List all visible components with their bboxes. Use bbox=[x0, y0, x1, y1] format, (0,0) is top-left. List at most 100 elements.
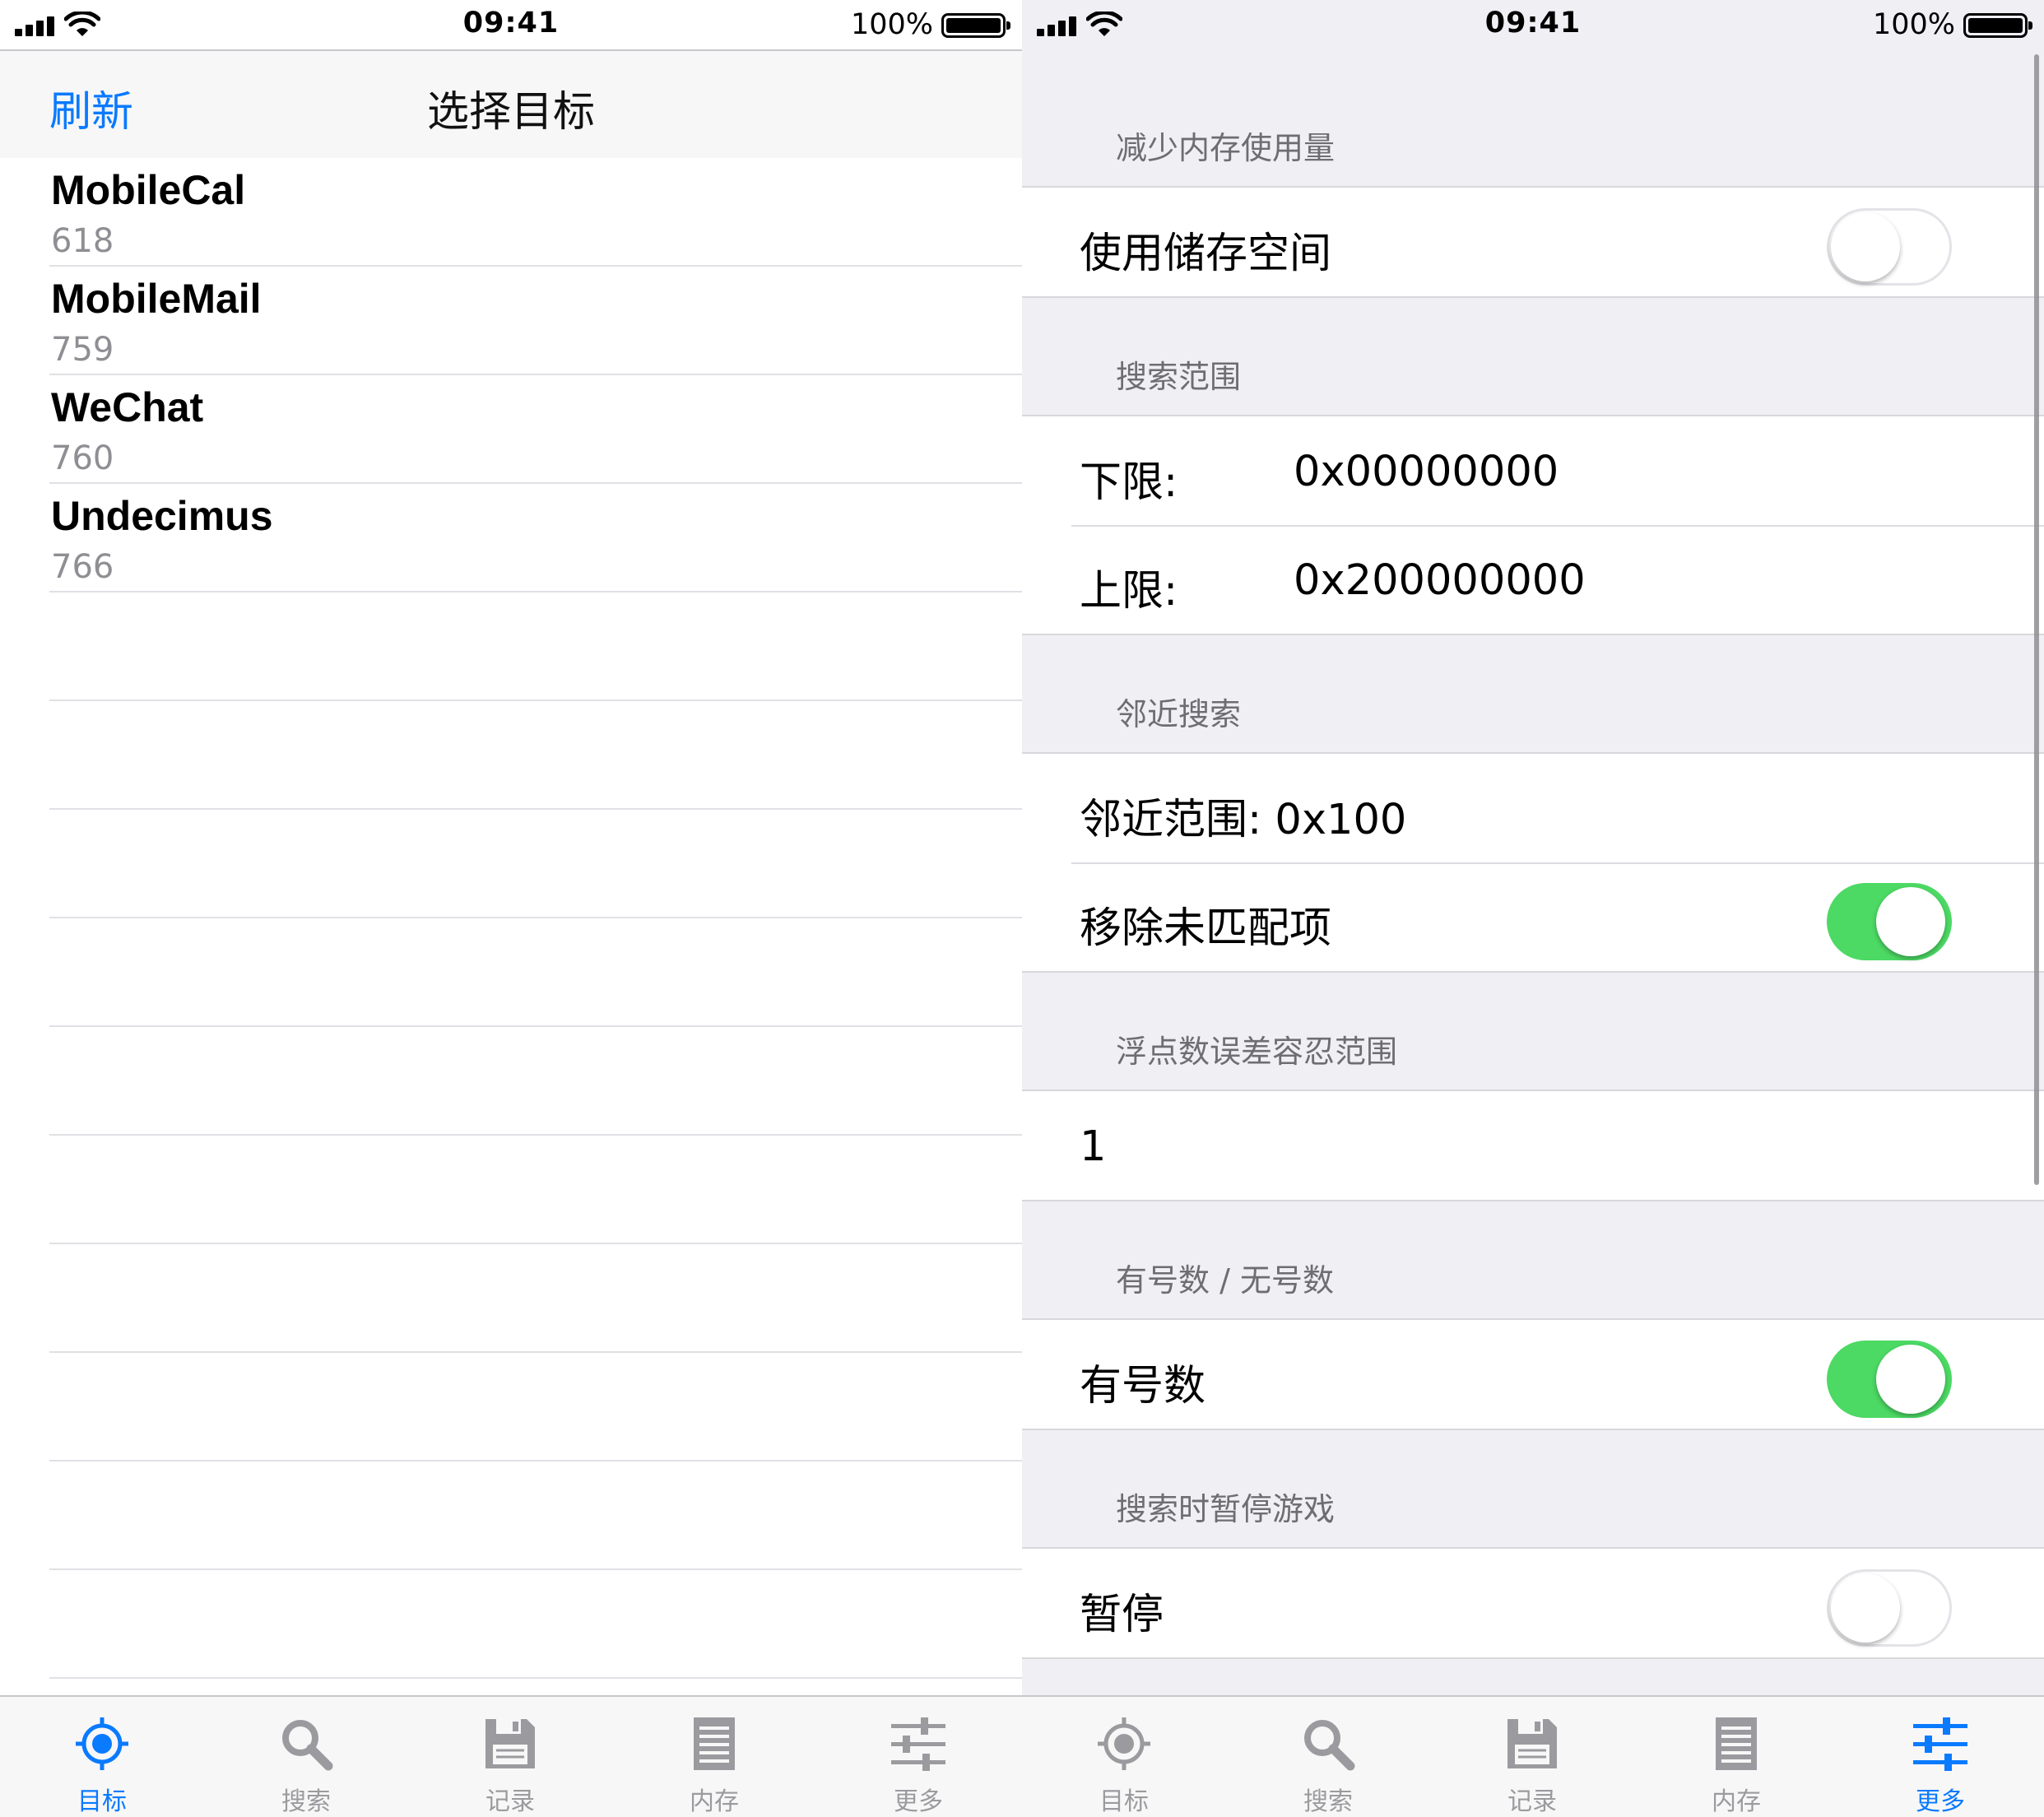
tab-label: 更多 bbox=[1916, 1787, 1965, 1816]
tab-bar: 目标 搜索 记录 内存 更多 bbox=[1022, 1695, 2044, 1817]
process-pid: 759 bbox=[51, 331, 114, 369]
empty-row bbox=[0, 810, 1022, 918]
section-search-range: 下限: 0x00000000 上限: 0x200000000 bbox=[1022, 415, 2044, 635]
search-icon bbox=[282, 1720, 333, 1771]
page-title: 选择目标 bbox=[426, 88, 595, 137]
tab-label: 目标 bbox=[1099, 1787, 1149, 1816]
section-pause-game: 暂停 bbox=[1022, 1547, 2044, 1659]
remove-unmatched-toggle[interactable] bbox=[1827, 883, 1952, 960]
tab-label: 记录 bbox=[1507, 1787, 1557, 1816]
process-name: WeChat bbox=[51, 384, 204, 430]
scroll-indicator[interactable] bbox=[2034, 54, 2039, 1185]
tab-label: 搜索 bbox=[281, 1787, 331, 1816]
use-storage-label: 使用储存空间 bbox=[1080, 230, 1332, 278]
process-row-mobilecal[interactable]: MobileCal 618 bbox=[0, 158, 1022, 267]
save-icon bbox=[485, 1719, 535, 1768]
lower-limit-value[interactable]: 0x00000000 bbox=[1294, 448, 1559, 496]
settings-table: 减少内存使用量 使用储存空间 搜索范围 下限: 0x00000000 上限: 0… bbox=[1022, 49, 2044, 1659]
empty-row bbox=[0, 1027, 1022, 1136]
section-title: 有号数 / 无号数 bbox=[1116, 1262, 1334, 1299]
section-signedness: 有号数 bbox=[1022, 1318, 2044, 1430]
tab-search[interactable]: 搜索 bbox=[1226, 1697, 1430, 1817]
lower-limit-label: 下限: bbox=[1080, 458, 1178, 507]
signed-toggle[interactable] bbox=[1827, 1341, 1952, 1418]
battery-icon bbox=[941, 13, 1010, 38]
float-tolerance-cell[interactable]: 1 bbox=[1022, 1091, 2044, 1200]
float-tolerance-value[interactable]: 1 bbox=[1080, 1122, 1106, 1171]
section-title: 邻近搜索 bbox=[1116, 696, 1242, 732]
tab-records[interactable]: 记录 bbox=[1430, 1697, 1634, 1817]
process-name: MobileCal bbox=[51, 167, 246, 213]
target-icon bbox=[1098, 1717, 1150, 1770]
section-title: 搜索时暂停游戏 bbox=[1116, 1491, 1336, 1527]
tab-more[interactable]: 更多 bbox=[816, 1697, 1020, 1817]
process-row-wechat[interactable]: WeChat 760 bbox=[0, 375, 1022, 484]
status-bar: 09:41 100% bbox=[0, 0, 1022, 49]
save-icon bbox=[1507, 1719, 1557, 1768]
process-name: Undecimus bbox=[51, 493, 273, 539]
tab-label: 更多 bbox=[894, 1787, 943, 1816]
signed-cell: 有号数 bbox=[1022, 1320, 2044, 1429]
nearby-range-cell[interactable]: 邻近范围: 0x100 bbox=[1022, 754, 2044, 862]
tab-search[interactable]: 搜索 bbox=[204, 1697, 408, 1817]
signed-label: 有号数 bbox=[1080, 1362, 1206, 1410]
section-title: 减少内存使用量 bbox=[1116, 130, 1336, 166]
process-row-mobilemail[interactable]: MobileMail 759 bbox=[0, 267, 1022, 375]
section-header-pause-game: 搜索时暂停游戏 bbox=[1022, 1430, 2044, 1547]
sliders-icon bbox=[1913, 1717, 1967, 1771]
section-header-nearby-search: 邻近搜索 bbox=[1022, 635, 2044, 752]
empty-row bbox=[0, 1570, 1022, 1679]
use-storage-cell: 使用储存空间 bbox=[1022, 188, 2044, 296]
navigation-bar: 刷新 选择目标 bbox=[0, 49, 1022, 158]
empty-row bbox=[0, 1353, 1022, 1462]
process-name: MobileMail bbox=[51, 276, 262, 322]
remove-unmatched-label: 移除未匹配项 bbox=[1080, 904, 1332, 953]
screenshot-pair: 09:41 100% 刷新 选择目标 MobileCal 618 MobileM… bbox=[0, 0, 2044, 1817]
tab-records[interactable]: 记录 bbox=[408, 1697, 612, 1817]
target-icon bbox=[76, 1717, 128, 1770]
pause-label: 暂停 bbox=[1080, 1591, 1164, 1639]
section-header-signedness: 有号数 / 无号数 bbox=[1022, 1201, 2044, 1318]
section-reduce-memory: 使用储存空间 bbox=[1022, 186, 2044, 298]
empty-row bbox=[0, 592, 1022, 701]
section-nearby-search: 邻近范围: 0x100 移除未匹配项 bbox=[1022, 752, 2044, 973]
section-title: 搜索范围 bbox=[1116, 359, 1242, 395]
nearby-range-label: 邻近范围: 0x100 bbox=[1080, 796, 1407, 844]
empty-row bbox=[0, 918, 1022, 1027]
lower-limit-cell[interactable]: 下限: 0x00000000 bbox=[1022, 416, 2044, 525]
tab-memory[interactable]: 内存 bbox=[1634, 1697, 1838, 1817]
upper-limit-cell[interactable]: 上限: 0x200000000 bbox=[1022, 525, 2044, 634]
battery-icon bbox=[1963, 13, 2032, 38]
sliders-icon bbox=[891, 1717, 945, 1771]
process-pid: 760 bbox=[51, 439, 114, 477]
empty-row bbox=[0, 1462, 1022, 1570]
tab-label: 记录 bbox=[485, 1787, 535, 1816]
memory-icon bbox=[694, 1717, 735, 1770]
process-pid: 618 bbox=[51, 222, 114, 260]
process-pid: 766 bbox=[51, 548, 114, 586]
process-row-undecimus[interactable]: Undecimus 766 bbox=[0, 484, 1022, 592]
search-icon bbox=[1304, 1720, 1355, 1771]
tab-target[interactable]: 目标 bbox=[1022, 1697, 1226, 1817]
memory-icon bbox=[1716, 1717, 1757, 1770]
select-target-screen: 09:41 100% 刷新 选择目标 MobileCal 618 MobileM… bbox=[0, 0, 1022, 1817]
upper-limit-label: 上限: bbox=[1080, 567, 1178, 616]
tab-memory[interactable]: 内存 bbox=[612, 1697, 816, 1817]
process-list: MobileCal 618 MobileMail 759 WeChat 760 … bbox=[0, 158, 1022, 1679]
battery-percent: 100% bbox=[850, 8, 933, 41]
pause-cell: 暂停 bbox=[1022, 1549, 2044, 1657]
empty-row bbox=[0, 1136, 1022, 1244]
tab-target[interactable]: 目标 bbox=[0, 1697, 204, 1817]
section-header-float-tolerance: 浮点数误差容忍范围 bbox=[1022, 973, 2044, 1090]
tab-label: 目标 bbox=[77, 1787, 127, 1816]
status-bar: 09:41 100% bbox=[1022, 0, 2044, 49]
upper-limit-value[interactable]: 0x200000000 bbox=[1294, 556, 1586, 605]
remove-unmatched-cell: 移除未匹配项 bbox=[1022, 862, 2044, 971]
tab-label: 内存 bbox=[690, 1787, 739, 1816]
use-storage-toggle[interactable] bbox=[1827, 208, 1952, 286]
pause-toggle[interactable] bbox=[1827, 1569, 1952, 1647]
section-float-tolerance: 1 bbox=[1022, 1090, 2044, 1201]
empty-row bbox=[0, 701, 1022, 810]
section-title: 浮点数误差容忍范围 bbox=[1116, 1034, 1398, 1070]
tab-more[interactable]: 更多 bbox=[1838, 1697, 2042, 1817]
